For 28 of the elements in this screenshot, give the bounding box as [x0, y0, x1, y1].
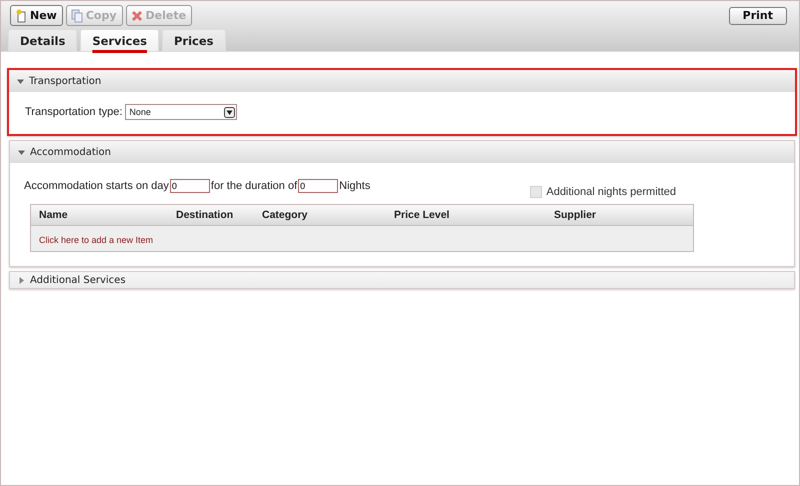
- field-label: Transportation type:: [25, 106, 122, 118]
- column-header: Name: [39, 209, 69, 221]
- field-label: Nights: [339, 180, 370, 192]
- section-header[interactable]: Accommodation: [10, 141, 794, 163]
- field-label: Accommodation starts on day: [24, 180, 169, 192]
- expanded-triangle-icon: [18, 148, 25, 156]
- column-header: Destination: [176, 209, 234, 221]
- copy-icon: [70, 8, 83, 22]
- duration-field[interactable]: 0: [298, 179, 338, 193]
- section-header[interactable]: Transportation: [9, 70, 795, 92]
- checkbox-label: Additional nights permitted: [546, 186, 676, 198]
- delete-icon: [130, 10, 143, 22]
- toolbar-button[interactable]: New: [10, 5, 63, 26]
- column-header: Supplier: [554, 209, 598, 221]
- collapsed-triangle-icon: [18, 276, 25, 284]
- column-header: Price Level: [394, 209, 450, 221]
- start-day-field[interactable]: 0: [170, 179, 210, 193]
- tab[interactable]: Details: [8, 29, 78, 51]
- tab[interactable]: Services: [80, 29, 159, 51]
- field-label: for the duration of: [210, 180, 298, 192]
- note-icon: [15, 8, 27, 22]
- section-header[interactable]: Additional Services: [10, 272, 794, 288]
- expanded-triangle-icon: [17, 78, 24, 84]
- transportation-dropdown[interactable]: None: [125, 104, 238, 120]
- add-item-link[interactable]: Click here to add a new Item: [39, 235, 154, 245]
- column-header: Category: [262, 209, 309, 221]
- tab[interactable]: Prices: [162, 29, 226, 51]
- print-button[interactable]: Print: [728, 6, 787, 24]
